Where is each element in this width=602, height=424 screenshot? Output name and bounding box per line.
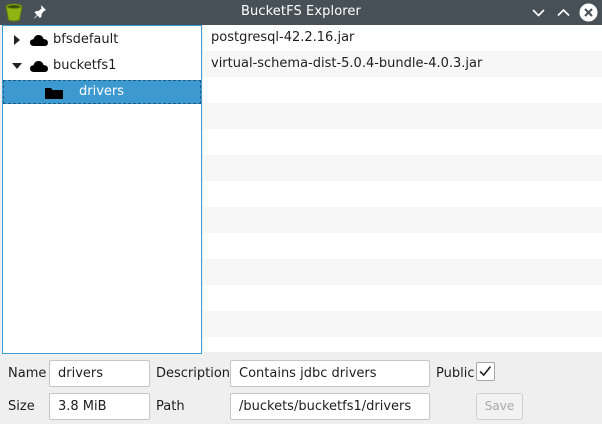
empty-row	[203, 207, 602, 233]
empty-row	[203, 259, 602, 285]
title-bar: BucketFS Explorer	[0, 0, 602, 25]
empty-row	[203, 77, 602, 103]
name-label: Name	[8, 366, 47, 381]
empty-row	[203, 337, 602, 352]
tree-item-label: bucketfs1	[53, 58, 117, 73]
tree-item-label: drivers	[79, 84, 125, 99]
empty-row	[203, 103, 602, 129]
size-label: Size	[8, 399, 35, 414]
cloud-icon	[30, 35, 48, 46]
tree-item-bucketfs1[interactable]: bucketfs1	[3, 54, 201, 78]
empty-row	[203, 233, 602, 259]
folder-icon	[45, 88, 63, 99]
public-checkbox[interactable]	[476, 362, 495, 381]
bucket-tree[interactable]: bfsdefault bucketfs1 drivers	[2, 25, 202, 354]
expand-arrow-icon[interactable]	[12, 34, 22, 46]
window-title: BucketFS Explorer	[241, 4, 361, 19]
size-field[interactable]	[49, 393, 150, 420]
tree-item-drivers[interactable]: drivers	[3, 80, 201, 104]
file-row[interactable]: postgresql-42.2.16.jar	[203, 25, 602, 51]
description-field[interactable]	[230, 360, 430, 387]
description-label: Description	[156, 366, 231, 381]
collapse-arrow-icon[interactable]	[12, 60, 22, 72]
file-list[interactable]: postgresql-42.2.16.jar virtual-schema-di…	[203, 25, 602, 352]
empty-row	[203, 155, 602, 181]
empty-row	[203, 285, 602, 311]
path-label: Path	[156, 399, 185, 414]
empty-row	[203, 311, 602, 337]
save-button[interactable]: Save	[476, 393, 523, 420]
path-field[interactable]	[230, 393, 430, 420]
public-label: Public	[436, 366, 475, 381]
name-field[interactable]	[49, 360, 150, 387]
checkmark-icon	[479, 366, 492, 377]
empty-row	[203, 129, 602, 155]
file-row[interactable]: virtual-schema-dist-5.0.4-bundle-4.0.3.j…	[203, 51, 602, 77]
tree-item-bfsdefault[interactable]: bfsdefault	[3, 28, 201, 52]
maximize-icon[interactable]	[554, 3, 573, 22]
tree-item-label: bfsdefault	[53, 32, 119, 47]
empty-row	[203, 181, 602, 207]
cloud-icon	[30, 61, 48, 72]
minimize-icon[interactable]	[529, 3, 548, 22]
close-icon[interactable]	[579, 3, 598, 22]
